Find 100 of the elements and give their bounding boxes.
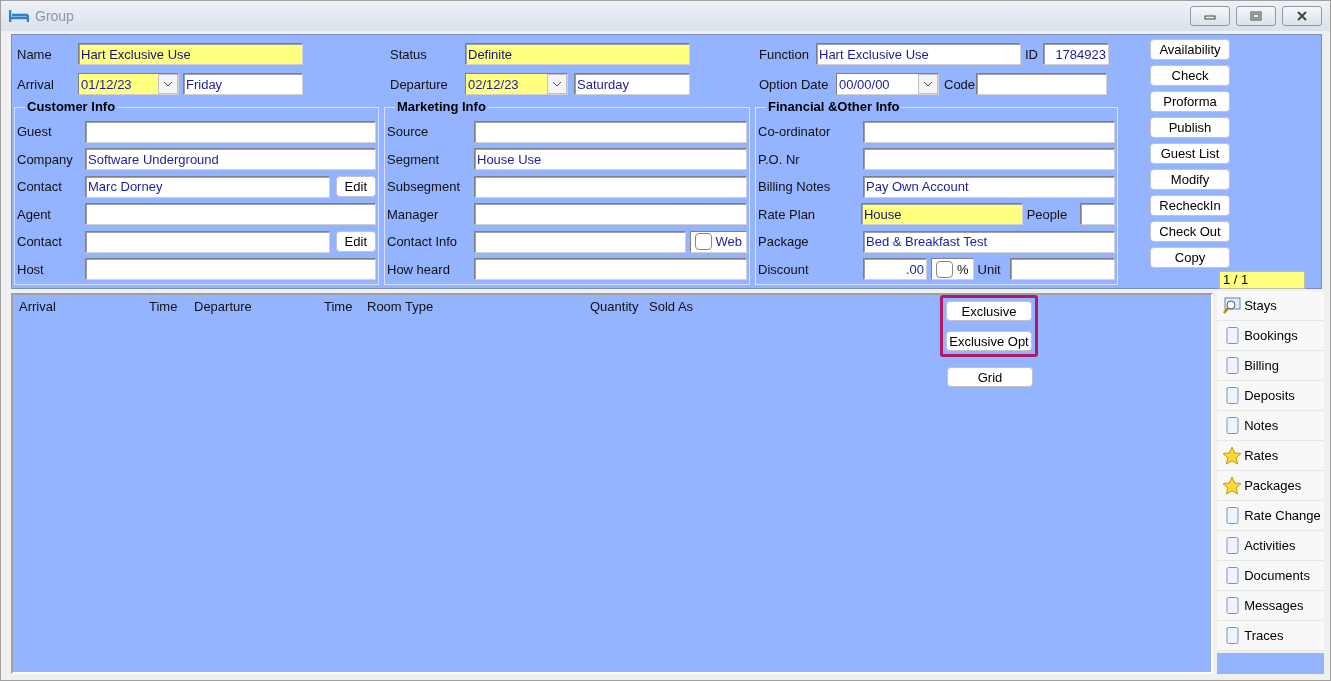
side-tab[interactable]: Activities: [1217, 531, 1324, 561]
side-tab[interactable]: Documents: [1217, 561, 1324, 591]
side-tab[interactable]: Stays: [1217, 291, 1324, 321]
chevron-down-icon: [163, 81, 173, 87]
action-button[interactable]: Check: [1150, 65, 1230, 86]
grid-button[interactable]: Exclusive: [946, 301, 1032, 321]
side-tab[interactable]: Notes: [1217, 411, 1324, 441]
id-field[interactable]: 1784923: [1043, 43, 1109, 65]
side-tab[interactable]: Rate Change: [1217, 501, 1324, 531]
close-button[interactable]: [1282, 6, 1322, 26]
action-button[interactable]: Publish: [1150, 117, 1230, 138]
action-button[interactable]: Guest List: [1150, 143, 1230, 164]
field-label: Contact: [17, 234, 63, 250]
action-button[interactable]: Availability: [1150, 39, 1230, 60]
side-tab[interactable]: Messages: [1217, 591, 1324, 621]
text-field[interactable]: [863, 120, 1115, 143]
text-field[interactable]: Friday: [183, 73, 303, 95]
star-icon: [1222, 475, 1243, 496]
field-label: How heard: [387, 261, 451, 277]
field-label: Departure: [389, 76, 449, 92]
field-label: Billing Notes: [758, 179, 832, 195]
group-title: Marketing Info: [395, 99, 488, 114]
field-label: Contact: [17, 179, 63, 195]
date-field[interactable]: 00/00/00: [836, 73, 939, 95]
field-label: Code: [943, 76, 976, 92]
edit-button[interactable]: Edit: [335, 231, 376, 253]
grid-button[interactable]: Exclusive Opt: [946, 331, 1032, 351]
minimize-icon: [1204, 12, 1216, 20]
text-field[interactable]: [474, 120, 747, 143]
side-tab[interactable]: Billing: [1217, 351, 1324, 381]
field-label: Package: [758, 234, 810, 250]
text-field[interactable]: Marc Dorney: [85, 175, 330, 198]
text-field[interactable]: [85, 258, 376, 281]
text-field[interactable]: Bed & Breakfast Test: [863, 230, 1115, 253]
field-label: Function: [758, 46, 810, 62]
column-header: Arrival: [19, 299, 57, 314]
column-header: Time: [149, 299, 179, 314]
group-title: Customer Info: [25, 99, 118, 114]
text-field[interactable]: [1079, 203, 1115, 226]
action-button[interactable]: Proforma: [1150, 91, 1230, 112]
field-label: Company: [17, 151, 74, 167]
field-label: Guest: [17, 124, 53, 140]
text-field[interactable]: [1009, 258, 1115, 281]
column-header: Room Type: [367, 299, 435, 314]
field-label: Status: [389, 46, 428, 62]
field-label: Co-ordinator: [758, 124, 832, 140]
text-field[interactable]: [474, 203, 747, 226]
window-title: Group: [35, 8, 75, 24]
field-label: Name: [16, 46, 53, 62]
text-field[interactable]: [85, 120, 376, 143]
maximize-button[interactable]: [1236, 6, 1276, 26]
bed-icon: [9, 9, 29, 23]
side-tab[interactable]: Deposits: [1217, 381, 1324, 411]
text-field[interactable]: [85, 203, 376, 226]
web-checkbox[interactable]: Web: [689, 230, 747, 253]
field-label: Contact Info: [387, 234, 459, 250]
text-field[interactable]: .00: [863, 258, 927, 281]
action-button[interactable]: Check Out: [1150, 221, 1230, 242]
side-tab[interactable]: Traces: [1217, 621, 1324, 651]
text-field[interactable]: [976, 73, 1107, 95]
text-field[interactable]: [85, 230, 330, 253]
text-field[interactable]: Saturday: [574, 73, 690, 95]
text-field[interactable]: [474, 175, 747, 198]
edit-button[interactable]: Edit: [335, 176, 376, 198]
star-icon: [1222, 445, 1243, 466]
magnifier-icon: [1222, 295, 1243, 316]
field-label: Subsegment: [387, 179, 461, 195]
text-field[interactable]: Software Underground: [85, 148, 376, 171]
text-field[interactable]: Hart Exclusive Use: [816, 43, 1021, 65]
field-label: Host: [17, 261, 45, 277]
percent-checkbox[interactable]: %: [931, 258, 974, 281]
chevron-down-icon: [552, 81, 562, 87]
text-field[interactable]: [863, 148, 1115, 171]
group-title: Financial &Other Info: [766, 99, 902, 114]
field-label: Unit: [977, 261, 1002, 277]
side-tab[interactable]: Bookings: [1217, 321, 1324, 351]
column-header: Quantity: [590, 299, 640, 314]
text-field[interactable]: Pay Own Account: [863, 175, 1115, 198]
date-field[interactable]: 02/12/23: [465, 73, 568, 95]
text-field[interactable]: [474, 258, 747, 281]
text-field[interactable]: [474, 230, 686, 253]
side-tab[interactable]: Rates: [1217, 441, 1324, 471]
action-button[interactable]: RecheckIn: [1150, 195, 1230, 216]
side-tab[interactable]: Packages: [1217, 471, 1324, 501]
text-field[interactable]: Definite: [465, 43, 690, 65]
field-label: Segment: [387, 151, 441, 167]
chevron-down-icon: [923, 81, 933, 87]
minimize-button[interactable]: [1190, 6, 1230, 26]
column-header: Departure: [194, 299, 253, 314]
restore-icon: [1250, 11, 1262, 21]
page-counter: 1 / 1: [1219, 271, 1305, 289]
text-field[interactable]: House Use: [474, 148, 747, 171]
text-field[interactable]: Hart Exclusive Use: [78, 43, 303, 65]
text-field[interactable]: House: [860, 203, 1023, 226]
action-button[interactable]: Copy: [1150, 247, 1230, 268]
grid-button[interactable]: Grid: [947, 367, 1033, 387]
field-label: Source: [387, 124, 430, 140]
field-label: Agent: [17, 206, 52, 222]
date-field[interactable]: 01/12/23: [78, 73, 179, 95]
action-button[interactable]: Modify: [1150, 169, 1230, 190]
